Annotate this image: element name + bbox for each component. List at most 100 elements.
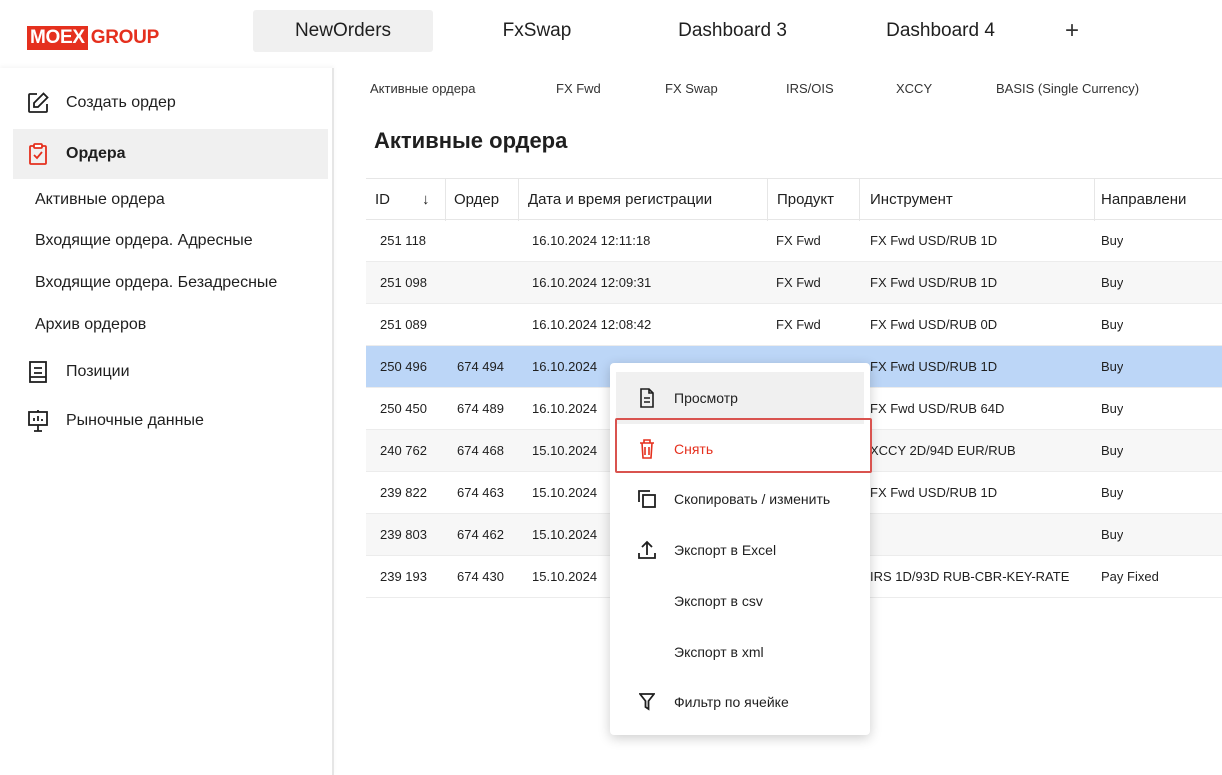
header-separator	[859, 179, 860, 221]
cell-order: 674 494	[457, 359, 504, 374]
clipboard-check-icon	[25, 141, 51, 167]
menu-label-export-excel: Экспорт в Excel	[674, 542, 777, 558]
presentation-chart-icon	[25, 408, 51, 434]
cell-id: 251 098	[380, 275, 427, 290]
cell-id: 239 193	[380, 569, 427, 584]
sidebar-sub-active-orders[interactable]: Активные ордера	[35, 180, 165, 220]
document-list-icon	[25, 359, 51, 385]
top-bar: MOEX GROUP NewOrders FxSwap Dashboard 3 …	[0, 0, 1222, 68]
cell-direction: Buy	[1101, 485, 1124, 500]
menu-label-copy-edit: Скопировать / изменить	[674, 491, 831, 507]
copy-icon	[637, 489, 657, 509]
menu-item-cancel[interactable]: Снять	[610, 423, 870, 475]
menu-item-copy-edit[interactable]: Скопировать / изменить	[610, 473, 870, 525]
header-separator	[767, 179, 768, 221]
cell-order: 674 463	[457, 485, 504, 500]
sidebar-sub-orders-archive[interactable]: Архив ордеров	[35, 305, 146, 345]
subtab-irs-ois[interactable]: IRS/OIS	[786, 72, 834, 106]
cell-instrument: FX Fwd USD/RUB 1D	[870, 233, 998, 248]
cell-instrument: FX Fwd USD/RUB 1D	[870, 359, 998, 374]
sidebar: Создать ордер Ордера Активные ордера Вхо…	[0, 68, 334, 775]
cell-direction: Buy	[1101, 275, 1124, 290]
cell-order: 674 462	[457, 527, 504, 542]
header-direction[interactable]: Направлени	[1101, 179, 1186, 221]
subtab-fx-swap[interactable]: FX Swap	[665, 72, 718, 106]
table-row[interactable]: 251 098 16.10.2024 12:09:31 FX Fwd FX Fwd U…	[366, 262, 1222, 304]
page-title: Активные ордера	[374, 128, 568, 153]
table-row[interactable]: 251 118 16.10.2024 12:11:18 FX Fwd FX Fwd U…	[366, 220, 1222, 262]
cell-direction: Pay Fixed	[1101, 569, 1159, 584]
sidebar-sub-incoming-addressed[interactable]: Входящие ордера. Адресные	[35, 221, 253, 261]
sidebar-item-positions[interactable]: Позиции	[13, 347, 328, 397]
header-separator	[518, 179, 519, 221]
cell-datetime: 15.10.2024	[532, 443, 598, 458]
menu-item-view[interactable]: Просмотр	[616, 372, 864, 424]
subtab-xccy[interactable]: XCCY	[896, 72, 932, 106]
tab-fxswap[interactable]: FxSwap	[467, 10, 607, 52]
sidebar-label-market-data: Рыночные данные	[66, 412, 204, 429]
context-menu: Просмотр Снять Скопировать / изменить Эк…	[610, 363, 870, 735]
sidebar-label-create-order: Создать ордер	[66, 94, 176, 111]
menu-item-export-excel[interactable]: Экспорт в Excel	[610, 524, 870, 576]
tab-dashboard-4[interactable]: Dashboard 4	[858, 10, 1023, 52]
sidebar-item-market-data[interactable]: Рыночные данные	[13, 396, 328, 446]
sidebar-label-positions: Позиции	[66, 363, 130, 380]
cell-product: FX Fwd	[776, 275, 821, 290]
filter-icon	[637, 692, 657, 712]
sidebar-sub-incoming-unaddressed[interactable]: Входящие ордера. Безадресные	[35, 263, 277, 303]
cell-datetime: 16.10.2024 12:08:42	[532, 317, 652, 332]
cell-id: 240 762	[380, 443, 427, 458]
header-id[interactable]: ID	[375, 179, 390, 221]
cell-order: 674 489	[457, 401, 504, 416]
cell-instrument: XCCY 2D/94D EUR/RUB	[870, 443, 1016, 458]
subtab-basis[interactable]: BASIS (Single Currency)	[996, 72, 1139, 106]
cell-direction: Buy	[1101, 401, 1124, 416]
cell-id: 250 496	[380, 359, 427, 374]
document-icon	[637, 388, 657, 408]
header-registration-datetime[interactable]: Дата и время регистрации	[528, 179, 712, 221]
subtab-fx-fwd[interactable]: FX Fwd	[556, 72, 601, 106]
cell-datetime: 15.10.2024	[532, 527, 598, 542]
menu-item-export-csv[interactable]: Экспорт в csv	[610, 575, 870, 627]
cell-datetime: 16.10.2024	[532, 401, 598, 416]
logo-box-text: MOEX	[27, 25, 88, 50]
cell-direction: Buy	[1101, 359, 1124, 374]
sidebar-item-create-order[interactable]: Создать ордер	[13, 78, 328, 128]
header-order[interactable]: Ордер	[454, 179, 499, 221]
cell-direction: Buy	[1101, 233, 1124, 248]
cell-id: 251 089	[380, 317, 427, 332]
cell-id: 239 803	[380, 527, 427, 542]
cell-id: 250 450	[380, 401, 427, 416]
cell-instrument: FX Fwd USD/RUB 1D	[870, 485, 998, 500]
cell-direction: Buy	[1101, 443, 1124, 458]
tab-dashboard-3[interactable]: Dashboard 3	[650, 10, 815, 52]
table-row[interactable]: 251 089 16.10.2024 12:08:42 FX Fwd FX Fwd U…	[366, 304, 1222, 346]
menu-label-cancel: Снять	[674, 441, 714, 457]
moex-logo[interactable]: MOEX GROUP	[27, 25, 159, 50]
menu-item-export-xml[interactable]: Экспорт в xml	[610, 626, 870, 678]
cell-product: FX Fwd	[776, 317, 821, 332]
cell-datetime: 15.10.2024	[532, 485, 598, 500]
header-separator	[445, 179, 446, 221]
menu-item-filter-cell[interactable]: Фильтр по ячейке	[610, 676, 870, 728]
subtab-active-orders[interactable]: Активные ордера	[370, 72, 475, 106]
add-tab-button[interactable]: +	[1060, 10, 1084, 52]
cell-direction: Buy	[1101, 527, 1124, 542]
table-header: ID ↓ Ордер Дата и время регистрации Прод…	[366, 178, 1222, 221]
cell-datetime: 15.10.2024	[532, 569, 598, 584]
cell-direction: Buy	[1101, 317, 1124, 332]
menu-label-export-csv: Экспорт в csv	[674, 593, 763, 609]
cell-id: 251 118	[380, 233, 427, 248]
trash-icon	[637, 439, 657, 459]
upload-icon	[637, 540, 657, 560]
cell-datetime: 16.10.2024 12:09:31	[532, 275, 652, 290]
header-product[interactable]: Продукт	[777, 179, 834, 221]
cell-instrument: FX Fwd USD/RUB 64D	[870, 401, 1005, 416]
tab-neworders[interactable]: NewOrders	[253, 10, 433, 52]
header-instrument[interactable]: Инструмент	[870, 179, 953, 221]
cell-datetime: 16.10.2024	[532, 359, 598, 374]
sidebar-item-orders[interactable]: Ордера	[13, 129, 328, 179]
cell-id: 239 822	[380, 485, 427, 500]
cell-datetime: 16.10.2024 12:11:18	[532, 233, 651, 248]
sort-arrow-icon[interactable]: ↓	[422, 179, 430, 221]
